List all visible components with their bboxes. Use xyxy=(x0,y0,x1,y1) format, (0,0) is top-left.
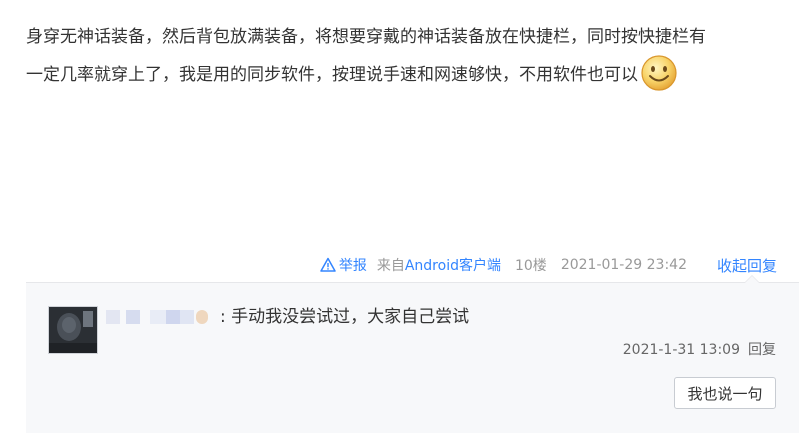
username-blur-block xyxy=(106,310,120,324)
username-blur-block xyxy=(126,310,140,324)
reply-datetime: 2021-1-31 13:09 xyxy=(622,342,740,358)
reply-panel-arrow xyxy=(744,275,760,283)
android-client-link[interactable]: Android客户端 xyxy=(405,258,501,274)
reply-link[interactable]: 回复 xyxy=(748,342,776,358)
report-link[interactable]: 举报 xyxy=(320,255,367,275)
warning-icon xyxy=(320,257,336,272)
post-datetime: 2021-01-29 23:42 xyxy=(560,257,687,273)
source-prefix: 来自 xyxy=(376,258,405,274)
report-label: 举报 xyxy=(338,258,367,274)
reply-meta: 2021-1-31 13:09 回复 xyxy=(623,339,776,359)
smiley-face-icon xyxy=(640,54,678,92)
reply-panel: : 手动我没尝试过，大家自己尝试 2021-1-31 13:09 回复 我也说一句 xyxy=(26,275,799,433)
post-source: 来自Android客户端 xyxy=(377,255,501,275)
say-something-button[interactable]: 我也说一句 xyxy=(674,377,776,409)
username-blur-block xyxy=(196,310,208,324)
username-blur-block xyxy=(150,310,166,324)
reply-text: : 手动我没尝试过，大家自己尝试 xyxy=(220,307,470,327)
username-blurred[interactable] xyxy=(106,308,214,326)
post-line-2: 一定几率就穿上了，我是用的同步软件，按理说手速和网速够快，不用软件也可以 xyxy=(26,65,638,85)
floor-number: 10楼 xyxy=(514,258,547,274)
post-content: 身穿无神话装备，然后背包放满装备，将想要穿戴的神话装备放在快捷栏，同时按快捷栏有… xyxy=(26,18,786,94)
post-meta-bar: 举报 来自Android客户端 10楼 2021-01-29 23:42 收起回… xyxy=(320,250,777,280)
username-blur-block xyxy=(166,310,180,324)
collapse-replies-link[interactable]: 收起回复 xyxy=(717,255,777,276)
post-line-1: 身穿无神话装备，然后背包放满装备，将想要穿戴的神话装备放在快捷栏，同时按快捷栏有 xyxy=(26,27,706,47)
avatar[interactable] xyxy=(48,306,98,354)
username-blur-block xyxy=(180,310,194,324)
